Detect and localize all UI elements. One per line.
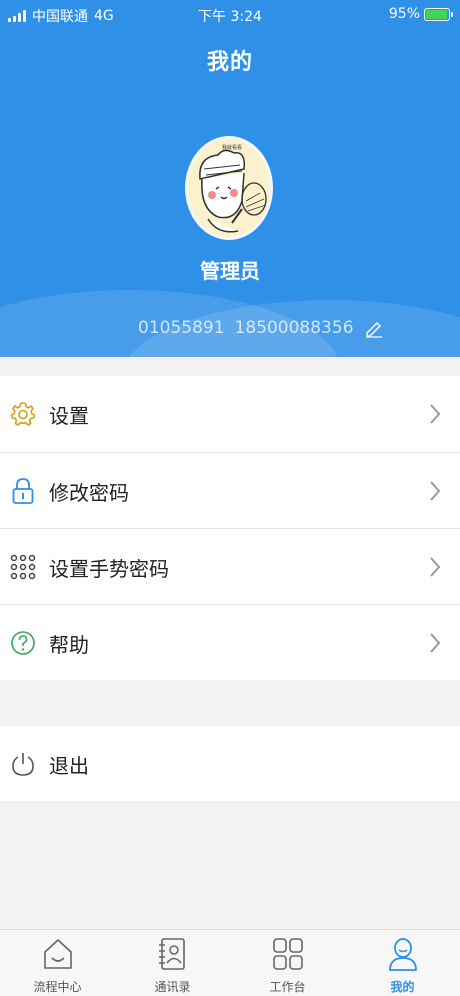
chevron-right-icon: [430, 481, 441, 501]
help-icon: [11, 631, 35, 655]
menu-label-settings: 设置: [49, 404, 89, 428]
svg-text:我就看看: 我就看看: [222, 144, 242, 151]
gear-icon: [10, 402, 36, 426]
edit-pencil-icon[interactable]: [364, 318, 384, 338]
settings-menu: 设置 修改密码 设置手势密码 帮助: [0, 376, 460, 680]
status-bar: 中国联通 4G 下午 3:24 95%: [0, 0, 460, 28]
battery-icon: [424, 7, 453, 21]
user-id: 01055891: [138, 318, 225, 338]
home-icon: [43, 939, 72, 969]
user-icon: [388, 938, 417, 971]
menu-label-change-password: 修改密码: [49, 481, 129, 505]
battery-percent: 95%: [388, 6, 420, 22]
bottom-tab-bar: 流程中心 通讯录 工作台 我的: [0, 929, 460, 996]
chevron-right-icon: [430, 633, 441, 653]
gesture-grid-icon: [10, 554, 36, 580]
cartoon-avatar-illustration: 我就看看: [188, 139, 270, 237]
user-phone: 18500088356: [234, 318, 354, 338]
menu-item-gesture-password[interactable]: 设置手势密码: [0, 528, 460, 604]
grid-icon: [272, 938, 303, 970]
lock-icon: [12, 478, 34, 504]
tab-mine[interactable]: 我的: [345, 930, 460, 996]
menu-item-settings[interactable]: 设置: [0, 376, 460, 452]
menu-item-help[interactable]: 帮助: [0, 604, 460, 680]
menu-item-change-password[interactable]: 修改密码: [0, 452, 460, 528]
profile-header: 中国联通 4G 下午 3:24 95% 我的 我就看看 管理员 01055891…: [0, 0, 460, 357]
menu-label-help: 帮助: [49, 633, 89, 657]
tab-workbench[interactable]: 工作台: [230, 930, 345, 996]
menu-label-gesture-password: 设置手势密码: [49, 557, 169, 581]
username: 管理员: [200, 259, 260, 283]
logout-button[interactable]: 退出: [0, 726, 460, 801]
logout-label: 退出: [49, 754, 89, 778]
page-title: 我的: [206, 50, 253, 75]
power-icon: [12, 753, 34, 776]
chevron-right-icon: [430, 404, 441, 424]
contacts-icon: [158, 938, 185, 970]
chevron-right-icon: [430, 557, 441, 577]
avatar[interactable]: 我就看看: [185, 136, 273, 240]
tab-label: 通讯录: [154, 980, 191, 994]
tab-label: 我的: [390, 980, 415, 994]
tab-process-center[interactable]: 流程中心: [0, 930, 115, 996]
tab-label: 流程中心: [33, 980, 82, 994]
tab-contacts[interactable]: 通讯录: [115, 930, 230, 996]
tab-label: 工作台: [269, 980, 306, 994]
user-id-line: 01055891 18500088356: [138, 318, 384, 338]
